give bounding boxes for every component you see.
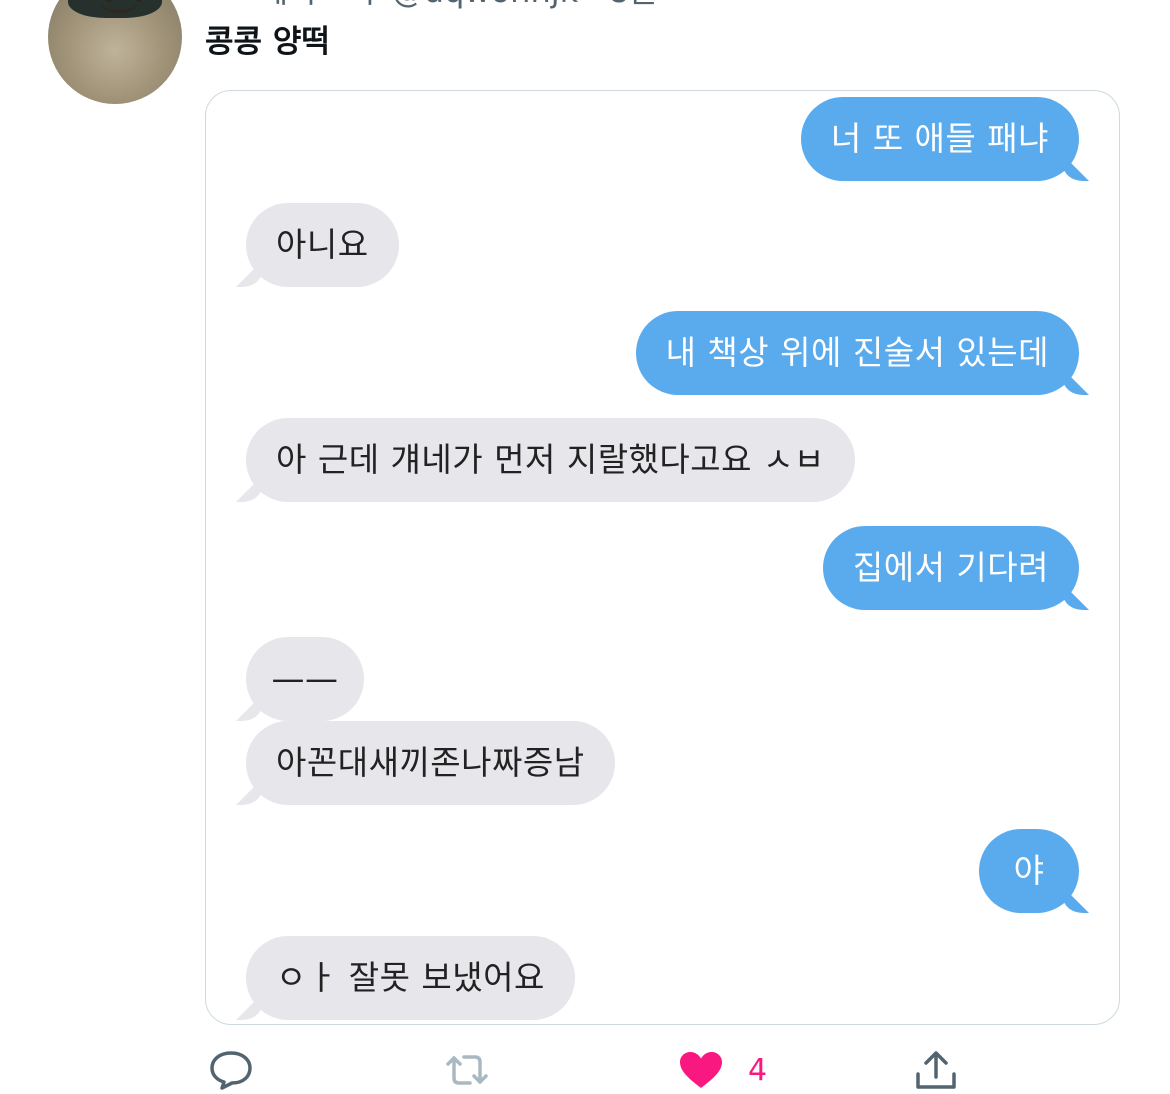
like-button[interactable]: 4 [678, 1050, 767, 1090]
speech-bubble-icon [210, 1051, 252, 1090]
tweet-header-cropped[interactable]: ㄴㄱㅔㅓㄱㅕ @dqwonnjk · 8분 [205, 0, 659, 8]
message-bubble-received: 아니요 [246, 203, 399, 287]
like-count: 4 [748, 1052, 768, 1088]
message-bubble-sent: 집에서 기다려 [822, 526, 1079, 610]
message-bubble-received: ㅇㅏ 잘못 보냈어요 [246, 936, 575, 1020]
retweet-icon [446, 1055, 488, 1085]
tweet-action-bar: 4 [0, 1040, 1170, 1094]
message-bubble-sent: 너 또 애들 패냐 [800, 97, 1079, 181]
reply-button[interactable] [208, 1050, 254, 1090]
message-bubble-received: 아꼰대새끼존나짜증남 [246, 721, 615, 805]
tweet-text: 콩콩 양떡 [205, 24, 330, 60]
message-bubble-sent: 내 책상 위에 진술서 있는데 [635, 311, 1079, 395]
heart-icon [680, 1052, 722, 1088]
share-button[interactable] [914, 1050, 958, 1090]
tweet-media-image[interactable]: 너 또 애들 패냐 아니요 내 책상 위에 진술서 있는데 아 근데 걔네가 먼… [205, 90, 1120, 1025]
message-bubble-received: —— [246, 637, 364, 721]
user-avatar[interactable] [48, 0, 182, 104]
share-upload-icon [916, 1051, 956, 1089]
message-bubble-received: 아 근데 걔네가 먼저 지랄했다고요 ㅅㅂ [246, 418, 855, 502]
retweet-button[interactable] [440, 1050, 494, 1090]
message-bubble-sent: 야 [979, 829, 1079, 913]
